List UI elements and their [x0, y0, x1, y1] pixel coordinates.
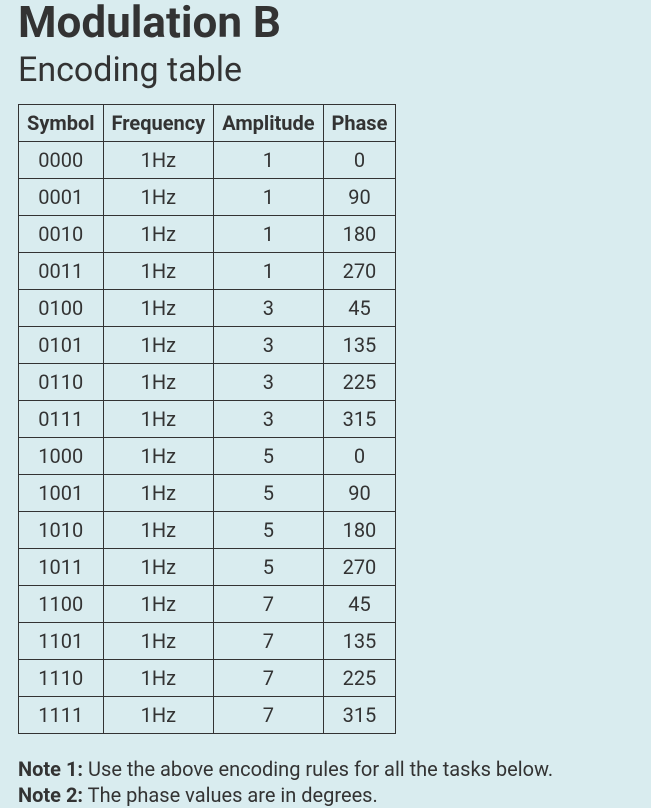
cell-amplitude: 7	[214, 697, 323, 734]
cell-symbol: 0111	[19, 401, 104, 438]
cell-amplitude: 7	[214, 623, 323, 660]
cell-symbol: 1010	[19, 512, 104, 549]
table-row: 01001Hz345	[19, 290, 396, 327]
cell-amplitude: 5	[214, 438, 323, 475]
cell-amplitude: 5	[214, 549, 323, 586]
cell-frequency: 1Hz	[103, 549, 214, 586]
cell-frequency: 1Hz	[103, 623, 214, 660]
cell-frequency: 1Hz	[103, 401, 214, 438]
table-row: 01101Hz3225	[19, 364, 396, 401]
cell-phase: 90	[323, 475, 396, 512]
cell-phase: 180	[323, 216, 396, 253]
cell-amplitude: 7	[214, 660, 323, 697]
cell-frequency: 1Hz	[103, 142, 214, 179]
cell-frequency: 1Hz	[103, 327, 214, 364]
cell-symbol: 0100	[19, 290, 104, 327]
cell-amplitude: 1	[214, 179, 323, 216]
cell-phase: 270	[323, 253, 396, 290]
cell-frequency: 1Hz	[103, 290, 214, 327]
cell-phase: 135	[323, 327, 396, 364]
cell-phase: 0	[323, 438, 396, 475]
cell-symbol: 0001	[19, 179, 104, 216]
cell-phase: 225	[323, 364, 396, 401]
cell-phase: 135	[323, 623, 396, 660]
col-header-amplitude: Amplitude	[214, 105, 323, 142]
table-row: 11001Hz745	[19, 586, 396, 623]
cell-amplitude: 3	[214, 327, 323, 364]
cell-amplitude: 5	[214, 475, 323, 512]
table-row: 11011Hz7135	[19, 623, 396, 660]
cell-amplitude: 1	[214, 216, 323, 253]
cell-phase: 180	[323, 512, 396, 549]
cell-amplitude: 3	[214, 364, 323, 401]
col-header-frequency: Frequency	[103, 105, 214, 142]
cell-symbol: 1000	[19, 438, 104, 475]
cell-frequency: 1Hz	[103, 660, 214, 697]
note-text: The phase values are in degrees.	[83, 783, 378, 807]
table-row: 01111Hz3315	[19, 401, 396, 438]
cell-frequency: 1Hz	[103, 216, 214, 253]
cell-amplitude: 1	[214, 142, 323, 179]
table-row: 11101Hz7225	[19, 660, 396, 697]
table-row: 00001Hz10	[19, 142, 396, 179]
cell-symbol: 1100	[19, 586, 104, 623]
cell-frequency: 1Hz	[103, 512, 214, 549]
cell-symbol: 0101	[19, 327, 104, 364]
cell-amplitude: 3	[214, 290, 323, 327]
cell-symbol: 1110	[19, 660, 104, 697]
table-row: 11111Hz7315	[19, 697, 396, 734]
cell-phase: 45	[323, 586, 396, 623]
cell-symbol: 1001	[19, 475, 104, 512]
cell-phase: 90	[323, 179, 396, 216]
note-line: Note 1: Use the above encoding rules for…	[18, 756, 633, 782]
table-row: 10111Hz5270	[19, 549, 396, 586]
encoding-table: Symbol Frequency Amplitude Phase 00001Hz…	[18, 104, 396, 734]
cell-symbol: 0110	[19, 364, 104, 401]
table-header-row: Symbol Frequency Amplitude Phase	[19, 105, 396, 142]
cell-phase: 315	[323, 401, 396, 438]
table-row: 10001Hz50	[19, 438, 396, 475]
cell-phase: 0	[323, 142, 396, 179]
cell-symbol: 1101	[19, 623, 104, 660]
cell-phase: 225	[323, 660, 396, 697]
cell-frequency: 1Hz	[103, 438, 214, 475]
cell-symbol: 0011	[19, 253, 104, 290]
cell-frequency: 1Hz	[103, 253, 214, 290]
note-label: Note 2:	[18, 783, 83, 807]
table-row: 00101Hz1180	[19, 216, 396, 253]
col-header-symbol: Symbol	[19, 105, 104, 142]
table-row: 01011Hz3135	[19, 327, 396, 364]
page-title: Modulation B	[18, 0, 633, 44]
cell-phase: 45	[323, 290, 396, 327]
cell-symbol: 0000	[19, 142, 104, 179]
col-header-phase: Phase	[323, 105, 396, 142]
table-row: 00111Hz1270	[19, 253, 396, 290]
cell-amplitude: 5	[214, 512, 323, 549]
section-title: Encoding table	[18, 50, 633, 90]
cell-frequency: 1Hz	[103, 586, 214, 623]
note-text: Use the above encoding rules for all the…	[83, 757, 553, 781]
cell-frequency: 1Hz	[103, 475, 214, 512]
cell-symbol: 1011	[19, 549, 104, 586]
cell-amplitude: 7	[214, 586, 323, 623]
cell-symbol: 0010	[19, 216, 104, 253]
cell-frequency: 1Hz	[103, 364, 214, 401]
cell-phase: 270	[323, 549, 396, 586]
note-line: Note 2: The phase values are in degrees.	[18, 782, 633, 808]
cell-amplitude: 1	[214, 253, 323, 290]
cell-frequency: 1Hz	[103, 697, 214, 734]
table-row: 10101Hz5180	[19, 512, 396, 549]
cell-symbol: 1111	[19, 697, 104, 734]
cell-phase: 315	[323, 697, 396, 734]
notes-block: Note 1: Use the above encoding rules for…	[18, 756, 633, 808]
table-row: 00011Hz190	[19, 179, 396, 216]
cell-amplitude: 3	[214, 401, 323, 438]
note-label: Note 1:	[18, 757, 83, 781]
cell-frequency: 1Hz	[103, 179, 214, 216]
table-row: 10011Hz590	[19, 475, 396, 512]
